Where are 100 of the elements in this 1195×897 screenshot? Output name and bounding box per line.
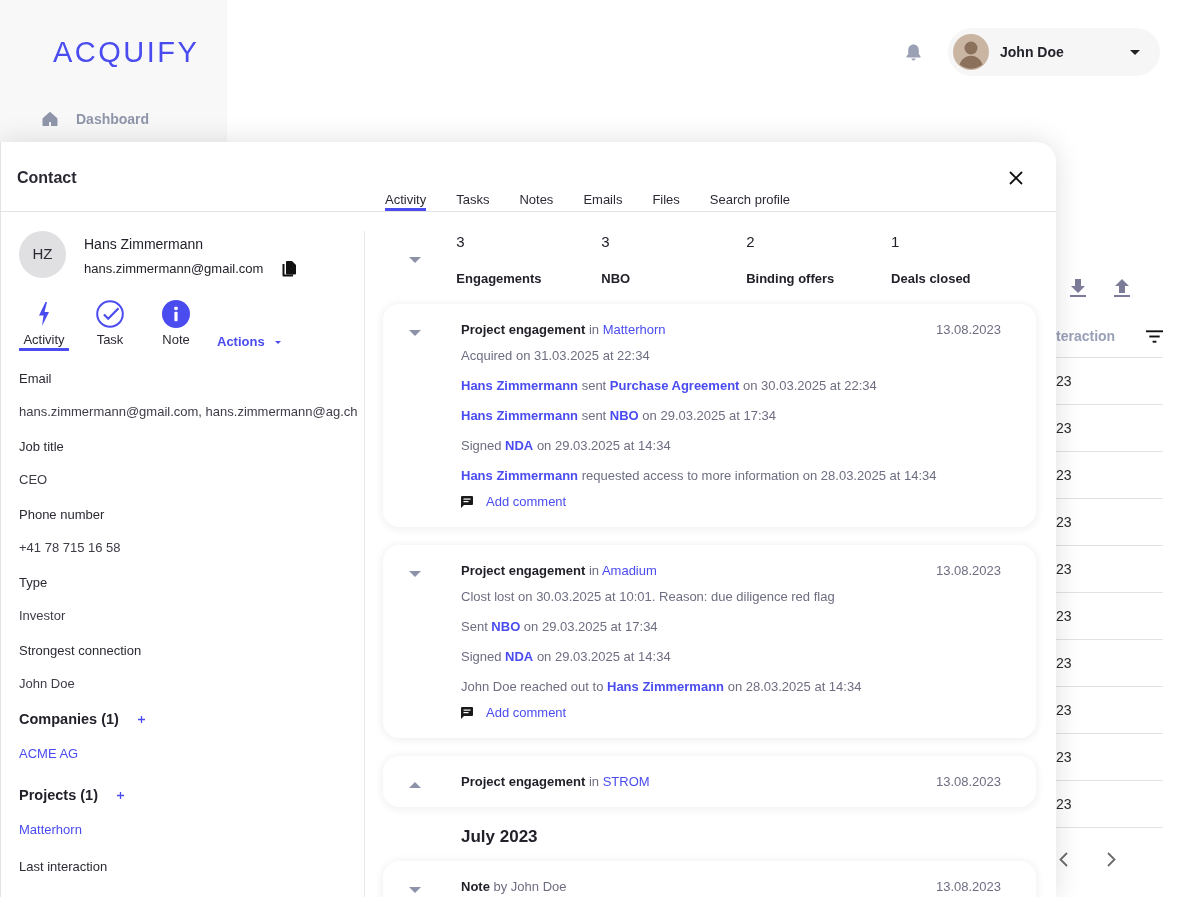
activity-line: Hans Zimmermann requested access to more information on 28.03.2025 at 14:34 bbox=[461, 467, 937, 485]
tab[interactable]: Emails bbox=[583, 190, 623, 211]
table-cell-text: 23 bbox=[1056, 371, 1072, 391]
project-link[interactable]: STROM bbox=[602, 774, 650, 789]
section-heading: Projects (1) bbox=[19, 786, 98, 805]
lightning-icon bbox=[38, 302, 50, 326]
field-value: hans.zimmermann@gmail.com, hans.zimmermann@ag.ch bbox=[19, 404, 358, 419]
entry-date: 13.08.2023 bbox=[935, 773, 1001, 791]
section-heading: Companies (1) bbox=[19, 710, 119, 729]
tab[interactable]: Notes bbox=[519, 190, 554, 211]
caret-down-icon[interactable] bbox=[409, 330, 421, 336]
entry-title: Project engagement in Amadium bbox=[461, 562, 657, 580]
related-link[interactable]: ACME AG bbox=[19, 744, 79, 764]
task-button[interactable]: Task bbox=[85, 300, 135, 351]
chevron-right-icon[interactable] bbox=[1107, 852, 1116, 867]
bell-icon[interactable] bbox=[905, 42, 922, 62]
actions-dropdown[interactable]: Actions bbox=[217, 334, 281, 350]
activity-line: Clost lost on 30.03.2025 at 10:01. Reason: due diligence red flag bbox=[461, 588, 835, 606]
text-link[interactable]: Hans Zimmermann bbox=[607, 679, 725, 694]
panel-title: Contact bbox=[17, 168, 77, 188]
activity-line: Acquired on 31.03.2025 at 22:34 bbox=[461, 347, 650, 365]
download-icon[interactable] bbox=[1070, 279, 1086, 297]
caret-down-icon[interactable] bbox=[409, 257, 421, 263]
tab[interactable]: Activity bbox=[385, 190, 427, 211]
activity-line: Signed NDA on 29.03.2025 at 14:34 bbox=[461, 437, 671, 455]
entry-date: 13.08.2023 bbox=[935, 562, 1001, 580]
info-icon bbox=[162, 300, 190, 328]
table-cell-text: 23 bbox=[1056, 559, 1072, 579]
activity-line: Hans Zimmermann sent NBO on 29.03.2025 at 17:34 bbox=[461, 407, 777, 425]
add-comment-link[interactable]: Add comment bbox=[486, 703, 567, 723]
table-cell-text: 23 bbox=[1056, 700, 1072, 720]
activity-line: Signed NDA on 29.03.2025 at 14:34 bbox=[461, 648, 671, 666]
field-value: John Doe bbox=[19, 676, 75, 691]
field-label: Strongest connection bbox=[19, 642, 142, 660]
tab[interactable]: Tasks bbox=[456, 190, 490, 211]
contact-email: hans.zimmermann@gmail.com bbox=[84, 260, 264, 278]
text-link[interactable]: NDA bbox=[505, 649, 534, 664]
upload-icon[interactable] bbox=[1114, 279, 1130, 297]
caret-icon bbox=[1130, 49, 1140, 55]
entry-date: 13.08.2023 bbox=[935, 878, 1001, 896]
tab[interactable]: Search profile bbox=[709, 190, 791, 211]
contact-name: Hans Zimmermann bbox=[84, 235, 204, 254]
table-cell-text: 23 bbox=[1056, 794, 1072, 814]
project-link[interactable]: Amadium bbox=[601, 563, 657, 578]
stat-value: 1 bbox=[891, 232, 900, 252]
field-label: Job title bbox=[19, 438, 64, 456]
copy-icon[interactable] bbox=[282, 261, 297, 277]
close-icon bbox=[1009, 171, 1023, 185]
table-cell-text: 23 bbox=[1056, 653, 1072, 673]
table-cell-text: 23 bbox=[1056, 747, 1072, 767]
field-label: Email bbox=[19, 370, 52, 388]
add-button[interactable] bbox=[117, 791, 124, 799]
stat-value: 2 bbox=[746, 232, 755, 252]
plus-icon bbox=[117, 791, 124, 799]
comment-icon bbox=[461, 707, 473, 719]
month-heading: July 2023 bbox=[461, 826, 538, 848]
stat-label: NBO bbox=[601, 270, 631, 288]
add-comment-link[interactable]: Add comment bbox=[486, 492, 567, 512]
initials-avatar: HZ bbox=[19, 231, 66, 278]
entry-title: Note by John Doe bbox=[461, 878, 567, 896]
check-circle-icon bbox=[96, 300, 124, 328]
text-link[interactable]: Hans Zimmermann bbox=[461, 468, 579, 483]
table-cell-text: 23 bbox=[1056, 418, 1072, 438]
column-header: teraction bbox=[1056, 327, 1116, 346]
tab[interactable]: Files bbox=[652, 190, 680, 211]
field-label: Last interaction bbox=[19, 858, 108, 876]
add-button[interactable] bbox=[137, 715, 145, 723]
stat-label: Engagements bbox=[456, 270, 542, 288]
caret-down-icon[interactable] bbox=[409, 887, 421, 893]
caret-down-icon[interactable] bbox=[409, 571, 421, 577]
stat-value: 3 bbox=[601, 232, 610, 252]
project-link[interactable]: Matterhorn bbox=[602, 322, 666, 337]
activity-line: Hans Zimmermann sent Purchase Agreement on 30.03.2025 at 22:34 bbox=[461, 377, 877, 395]
activity-line: Sent NBO on 29.03.2025 at 17:34 bbox=[461, 618, 658, 636]
entry-title: Project engagement in Matterhorn bbox=[461, 321, 666, 339]
table-cell-text: 23 bbox=[1056, 512, 1072, 532]
field-label: Type bbox=[19, 574, 48, 592]
field-value: CEO bbox=[19, 472, 48, 487]
related-link[interactable]: Matterhorn bbox=[19, 820, 82, 840]
table-cell-text: 23 bbox=[1056, 606, 1072, 626]
text-link[interactable]: Hans Zimmermann bbox=[461, 378, 579, 393]
caret-icon bbox=[274, 340, 281, 344]
field-label: Phone number bbox=[19, 506, 105, 524]
stat-value: 3 bbox=[456, 232, 465, 252]
field-value: +41 78 715 16 58 bbox=[19, 540, 121, 555]
user-menu[interactable]: John Doe bbox=[948, 28, 1160, 76]
text-link[interactable]: NBO bbox=[491, 619, 521, 634]
filter-icon[interactable] bbox=[1146, 330, 1163, 343]
comment-icon bbox=[461, 496, 473, 508]
avatar-icon bbox=[953, 34, 989, 70]
text-link[interactable]: NBO bbox=[609, 408, 639, 423]
caret-up-icon[interactable] bbox=[409, 782, 421, 788]
chevron-left-icon[interactable] bbox=[1059, 852, 1068, 867]
note-button[interactable]: Note bbox=[151, 300, 201, 351]
text-link[interactable]: Purchase Agreement bbox=[609, 378, 740, 393]
plus-icon bbox=[137, 715, 145, 723]
text-link[interactable]: Hans Zimmermann bbox=[461, 408, 579, 423]
activity-button[interactable]: Activity bbox=[19, 300, 69, 351]
stat-label: Deals closed bbox=[891, 270, 971, 288]
text-link[interactable]: NDA bbox=[505, 438, 534, 453]
